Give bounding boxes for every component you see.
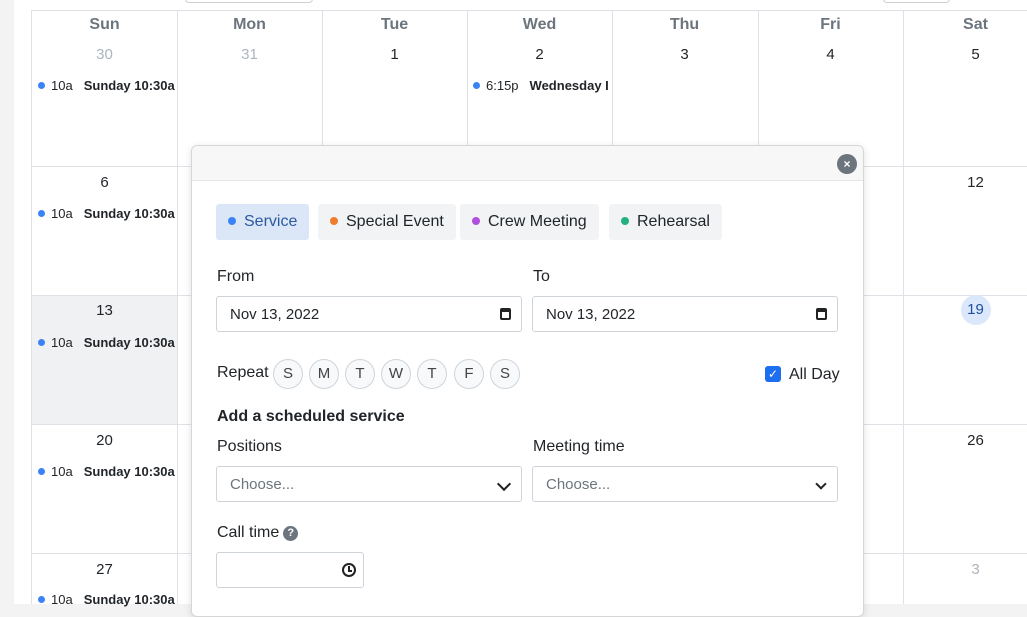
toolbar-control-stub[interactable]	[185, 0, 313, 3]
toolbar-control-stub[interactable]	[883, 0, 950, 3]
from-date-value: Nov 13, 2022	[230, 306, 320, 323]
grid-column-line	[177, 10, 178, 604]
event-time: 6:15p	[486, 78, 519, 93]
call-time-input[interactable]	[216, 552, 364, 588]
day-number[interactable]: 6	[32, 174, 177, 191]
event-time: 10a	[51, 335, 73, 350]
rehearsal-dot-icon	[621, 217, 629, 225]
all-day-checkbox[interactable]: ✓	[765, 366, 781, 382]
call-time-label-text: Call time	[217, 524, 280, 541]
repeat-day-thu[interactable]: T	[417, 359, 447, 389]
calendar-icon[interactable]	[500, 308, 511, 320]
close-icon[interactable]: ×	[837, 154, 857, 174]
from-date-input[interactable]: Nov 13, 2022	[216, 296, 522, 332]
clock-icon[interactable]	[342, 563, 356, 577]
day-number[interactable]: 20	[32, 432, 177, 449]
help-icon[interactable]: ?	[283, 526, 299, 541]
chevron-down-icon	[496, 476, 512, 492]
positions-select[interactable]: Choose...	[216, 466, 522, 502]
calendar-event[interactable]: 6:15p Wednesday I	[473, 78, 611, 93]
day-number[interactable]: 27	[32, 561, 177, 578]
day-number[interactable]: 31	[177, 46, 322, 63]
event-dot-icon	[473, 82, 480, 89]
meeting-time-placeholder: Choose...	[546, 476, 611, 493]
positions-label: Positions	[217, 438, 282, 455]
event-title: Wednesday I	[529, 78, 609, 93]
event-modal: × Service Special Event Crew Meeting Reh…	[191, 145, 864, 617]
event-dot-icon	[38, 596, 45, 603]
event-title: Sunday 10:30a	[83, 592, 175, 607]
repeat-day-sat[interactable]: S	[490, 359, 520, 389]
all-day-label: All Day	[789, 366, 840, 383]
event-dot-icon	[38, 82, 45, 89]
repeat-day-tue[interactable]: T	[345, 359, 375, 389]
tab-crew-meeting[interactable]: Crew Meeting	[460, 204, 599, 240]
event-title: Sunday 10:30a	[83, 206, 175, 221]
weekday-header: Fri	[820, 16, 841, 33]
to-date-value: Nov 13, 2022	[546, 306, 636, 323]
event-title: Sunday 10:30a	[83, 335, 175, 350]
repeat-day-sun[interactable]: S	[273, 359, 303, 389]
chevron-down-icon	[815, 478, 827, 490]
tab-service[interactable]: Service	[216, 204, 310, 240]
event-time: 10a	[51, 592, 73, 607]
calendar-event[interactable]: 10a Sunday 10:30a	[38, 335, 176, 350]
repeat-day-wed[interactable]: W	[381, 359, 411, 389]
day-number[interactable]: 13	[32, 302, 177, 319]
special-event-dot-icon	[330, 217, 338, 225]
day-number[interactable]: 19	[903, 295, 1027, 325]
day-number[interactable]: 4	[758, 46, 903, 63]
tab-service-label: Service	[244, 213, 298, 230]
event-dot-icon	[38, 339, 45, 346]
weekday-header: Sat	[963, 16, 988, 33]
event-time: 10a	[51, 78, 73, 93]
day-number[interactable]: 1	[322, 46, 467, 63]
day-number[interactable]: 26	[903, 432, 1027, 449]
event-time: 10a	[51, 464, 73, 479]
crew-meeting-dot-icon	[472, 217, 480, 225]
from-label: From	[217, 268, 255, 285]
weekday-header: Wed	[522, 16, 557, 33]
day-number[interactable]: 12	[903, 174, 1027, 191]
event-dot-icon	[38, 210, 45, 217]
tab-rehearsal[interactable]: Rehearsal	[609, 204, 722, 240]
calendar-event[interactable]: 10a Sunday 10:30a	[38, 464, 176, 479]
call-time-label: Call time?	[217, 524, 299, 542]
to-date-input[interactable]: Nov 13, 2022	[532, 296, 838, 332]
day-number[interactable]: 30	[32, 46, 177, 63]
repeat-day-mon[interactable]: M	[309, 359, 339, 389]
meeting-time-select[interactable]: Choose...	[532, 466, 838, 502]
event-time: 10a	[51, 206, 73, 221]
day-number[interactable]: 2	[467, 46, 612, 63]
calendar-event[interactable]: 10a Sunday 10:30a	[38, 78, 176, 93]
section-title: Add a scheduled service	[217, 408, 405, 425]
day-number[interactable]: 3	[612, 46, 757, 63]
calendar-event[interactable]: 10a Sunday 10:30a	[38, 592, 176, 607]
service-dot-icon	[228, 217, 236, 225]
calendar-event[interactable]: 10a Sunday 10:30a	[38, 206, 176, 221]
tab-crew-meeting-label: Crew Meeting	[488, 213, 587, 230]
event-title: Sunday 10:30a	[83, 78, 175, 93]
today-day-number[interactable]: 19	[960, 295, 991, 325]
to-label: To	[533, 268, 550, 285]
positions-placeholder: Choose...	[230, 476, 295, 493]
event-dot-icon	[38, 468, 45, 475]
day-number[interactable]: 5	[903, 46, 1027, 63]
calendar-icon[interactable]	[816, 308, 827, 320]
modal-header: ×	[192, 146, 863, 181]
tab-special-event[interactable]: Special Event	[318, 204, 456, 240]
meeting-time-label: Meeting time	[533, 438, 625, 455]
tab-special-event-label: Special Event	[346, 213, 444, 230]
event-title: Sunday 10:30a	[83, 464, 175, 479]
repeat-day-fri[interactable]: F	[454, 359, 484, 389]
repeat-label: Repeat	[217, 364, 269, 381]
weekday-header: Mon	[233, 16, 266, 33]
weekday-header: Thu	[669, 16, 700, 33]
weekday-header: Sun	[89, 16, 120, 33]
tab-rehearsal-label: Rehearsal	[637, 213, 710, 230]
day-number[interactable]: 3	[903, 561, 1027, 578]
weekday-header: Tue	[380, 16, 409, 33]
